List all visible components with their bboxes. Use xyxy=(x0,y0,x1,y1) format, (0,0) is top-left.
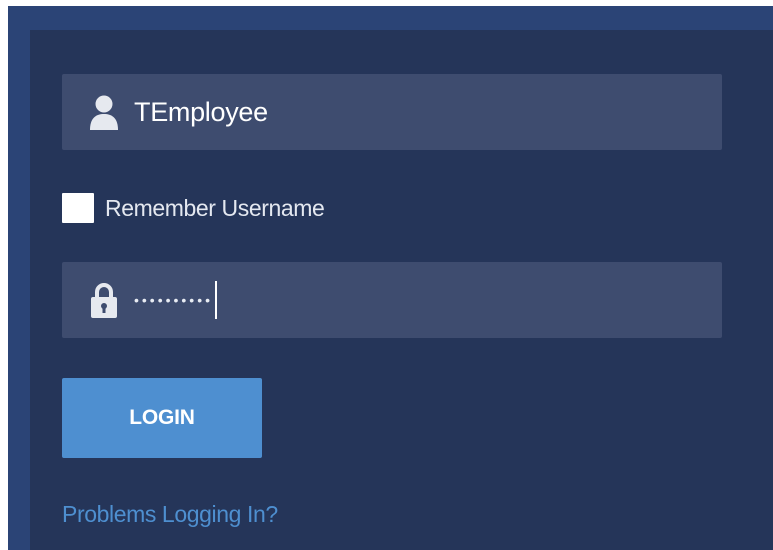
remember-username-checkbox[interactable] xyxy=(62,193,94,223)
text-caret xyxy=(215,281,218,319)
password-field[interactable]: •••••••••• xyxy=(62,262,722,338)
lock-icon xyxy=(86,280,122,320)
username-field[interactable]: TEmployee xyxy=(62,74,722,150)
login-button[interactable]: LOGIN xyxy=(62,378,262,458)
user-icon xyxy=(86,92,122,132)
remember-username-toggle[interactable]: Remember Username xyxy=(62,193,325,223)
remember-username-label: Remember Username xyxy=(105,194,325,221)
password-masked-value: •••••••••• xyxy=(134,292,214,308)
username-value: TEmployee xyxy=(134,96,268,127)
problems-logging-in-link[interactable]: Problems Logging In? xyxy=(62,501,278,528)
